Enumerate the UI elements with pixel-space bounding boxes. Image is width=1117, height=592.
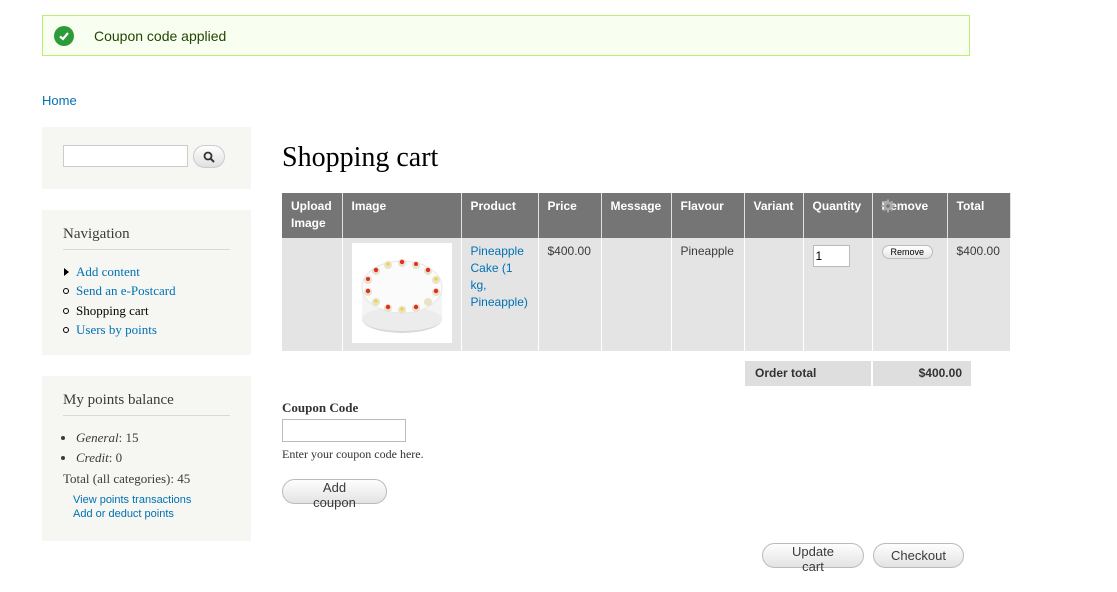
points-balance-block: My points balance General: 15 Credit: 0 … (42, 376, 251, 541)
points-item-general: General: 15 (76, 428, 138, 448)
status-message: Coupon code applied (42, 15, 970, 56)
cell-remove: Remove (872, 238, 948, 351)
check-circle-icon (54, 25, 74, 46)
status-message-text: Coupon code applied (94, 27, 227, 44)
navigation-title: Navigation (63, 226, 230, 250)
navigation-block: Navigation Add content Send an e-Postcar… (42, 210, 251, 355)
points-title: My points balance (63, 392, 230, 416)
search-input[interactable] (63, 145, 188, 167)
cell-message (601, 238, 672, 351)
cell-image (342, 238, 462, 351)
remove-button[interactable]: Remove (881, 245, 934, 259)
col-message: Message (601, 193, 672, 238)
cell-variant (744, 238, 804, 351)
page-title: Shopping cart (282, 142, 439, 173)
search-icon (203, 151, 215, 163)
cell-upload-image (282, 238, 343, 351)
order-total: Order total $400.00 (745, 361, 971, 386)
navigation-menu: Add content Send an e-Postcard Shopping … (63, 262, 176, 340)
cell-price: $400.00 (538, 238, 602, 351)
product-image (351, 243, 452, 343)
nav-link-send-epostcard[interactable]: Send an e-Postcard (76, 283, 176, 299)
nav-item-send-epostcard[interactable]: Send an e-Postcard (63, 282, 176, 302)
circle-bullet-icon (63, 288, 69, 295)
col-image: Image (342, 193, 462, 238)
breadcrumb-home[interactable]: Home (42, 93, 77, 108)
triangle-bullet-icon (64, 267, 69, 276)
gear-icon[interactable] (881, 199, 895, 218)
col-upload-image: Upload Image (282, 193, 343, 238)
quantity-input[interactable] (812, 245, 850, 267)
col-quantity: Quantity (803, 193, 873, 238)
circle-bullet-icon (63, 307, 69, 314)
nav-item-users-by-points[interactable]: Users by points (63, 321, 176, 341)
view-points-transactions-link[interactable]: View points transactions (73, 494, 191, 506)
cell-total: $400.00 (947, 238, 1011, 351)
coupon-input[interactable] (282, 419, 406, 442)
order-total-label: Order total (745, 361, 871, 386)
col-product: Product (461, 193, 539, 238)
col-remove: Remove (872, 193, 948, 238)
col-total: Total (947, 193, 1011, 238)
coupon-help: Enter your coupon code here. (282, 447, 424, 461)
cart-table: Upload Image Image Product Price Message… (282, 193, 1011, 351)
nav-link-add-content[interactable]: Add content (76, 264, 140, 280)
points-list: General: 15 Credit: 0 (76, 428, 138, 468)
cell-flavour: Pineapple (671, 238, 745, 351)
search-button[interactable] (193, 145, 225, 168)
col-variant: Variant (744, 193, 804, 238)
nav-item-shopping-cart[interactable]: Shopping cart (63, 301, 176, 321)
cell-product: Pineapple Cake (1 kg, Pineapple) (461, 238, 539, 351)
nav-link-users-by-points[interactable]: Users by points (76, 322, 157, 338)
col-flavour: Flavour (671, 193, 745, 238)
add-coupon-button[interactable]: Add coupon (282, 479, 387, 510)
coupon-label: Coupon Code (282, 400, 359, 415)
circle-bullet-icon (63, 327, 69, 334)
cell-quantity (803, 238, 873, 351)
search-block (42, 127, 251, 189)
cart-header-row: Upload Image Image Product Price Message… (282, 193, 1011, 238)
table-row: Pineapple Cake (1 kg, Pineapple) $400.00… (282, 238, 1011, 351)
product-link[interactable]: Pineapple Cake (1 kg, Pineapple) (471, 244, 528, 309)
add-deduct-points-link[interactable]: Add or deduct points (73, 508, 174, 520)
order-total-value: $400.00 (873, 361, 971, 386)
nav-link-shopping-cart[interactable]: Shopping cart (76, 303, 149, 319)
col-price: Price (538, 193, 602, 238)
update-cart-button[interactable]: Update cart (762, 543, 864, 574)
nav-item-add-content[interactable]: Add content (63, 262, 176, 282)
checkout-button[interactable]: Checkout (873, 543, 964, 568)
points-item-credit: Credit: 0 (76, 448, 138, 468)
points-total: Total (all categories): 45 (63, 471, 191, 486)
